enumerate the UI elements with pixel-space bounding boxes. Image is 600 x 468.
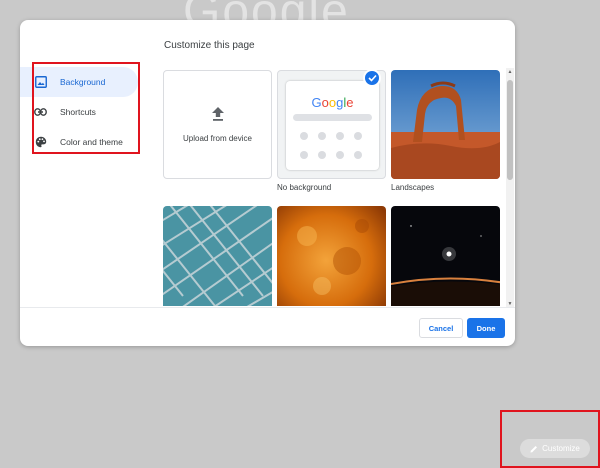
sidebar-nav: Background Shortcuts Color and theme — [20, 67, 138, 157]
nav-item-shortcuts[interactable]: Shortcuts — [20, 97, 138, 127]
dialog-title: Customize this page — [164, 40, 255, 51]
done-button[interactable]: Done — [467, 318, 505, 338]
nav-item-label: Shortcuts — [60, 107, 96, 117]
customize-dialog: Customize this page Background Shortcuts — [20, 20, 515, 346]
pencil-icon — [530, 445, 538, 452]
landscapes-tile[interactable] — [391, 70, 500, 179]
orange-texture-image — [277, 206, 386, 306]
link-icon — [34, 106, 47, 119]
palette-icon — [34, 136, 47, 149]
upload-label: Upload from device — [183, 133, 252, 143]
landscapes-label: Landscapes — [391, 183, 435, 192]
footer-divider — [20, 307, 515, 308]
upload-from-device-tile[interactable]: Upload from device — [163, 70, 272, 179]
scroll-up-arrow-icon[interactable]: ▲ — [506, 68, 514, 76]
scroll-thumb[interactable] — [507, 80, 513, 180]
mini-shortcut-dot — [336, 132, 344, 140]
mini-search-bar — [293, 114, 372, 121]
space-tile[interactable] — [391, 206, 500, 306]
mini-shortcut-dot — [300, 151, 308, 159]
mini-shortcut-dot — [354, 132, 362, 140]
landscape-arch-image — [391, 70, 500, 179]
upload-icon — [211, 106, 224, 126]
texture-tile[interactable] — [277, 206, 386, 306]
mini-shortcut-dot — [300, 132, 308, 140]
mini-google-logo: Google — [311, 95, 354, 110]
mini-page-preview: Google — [286, 81, 379, 170]
mini-shortcut-dot — [318, 151, 326, 159]
no-background-label: No background — [277, 183, 332, 192]
mini-shortcut-dot — [336, 151, 344, 159]
glass-building-image — [163, 206, 272, 306]
cancel-button[interactable]: Cancel — [419, 318, 463, 338]
nav-item-label: Background — [60, 77, 106, 87]
mini-shortcut-dot — [354, 151, 362, 159]
background-collections-grid: Upload from device Google No background … — [163, 70, 509, 306]
customize-button[interactable]: Customize — [520, 439, 590, 458]
architecture-tile[interactable] — [163, 206, 272, 306]
nav-item-color-and-theme[interactable]: Color and theme — [20, 127, 138, 157]
nav-item-background[interactable]: Background — [20, 67, 138, 97]
grid-scrollbar[interactable]: ▲ ▼ — [506, 68, 514, 308]
customize-label: Customize — [542, 444, 580, 453]
mini-shortcut-dot — [318, 132, 326, 140]
nav-item-label: Color and theme — [60, 137, 123, 147]
space-planet-image — [391, 206, 500, 306]
image-icon — [34, 76, 47, 89]
